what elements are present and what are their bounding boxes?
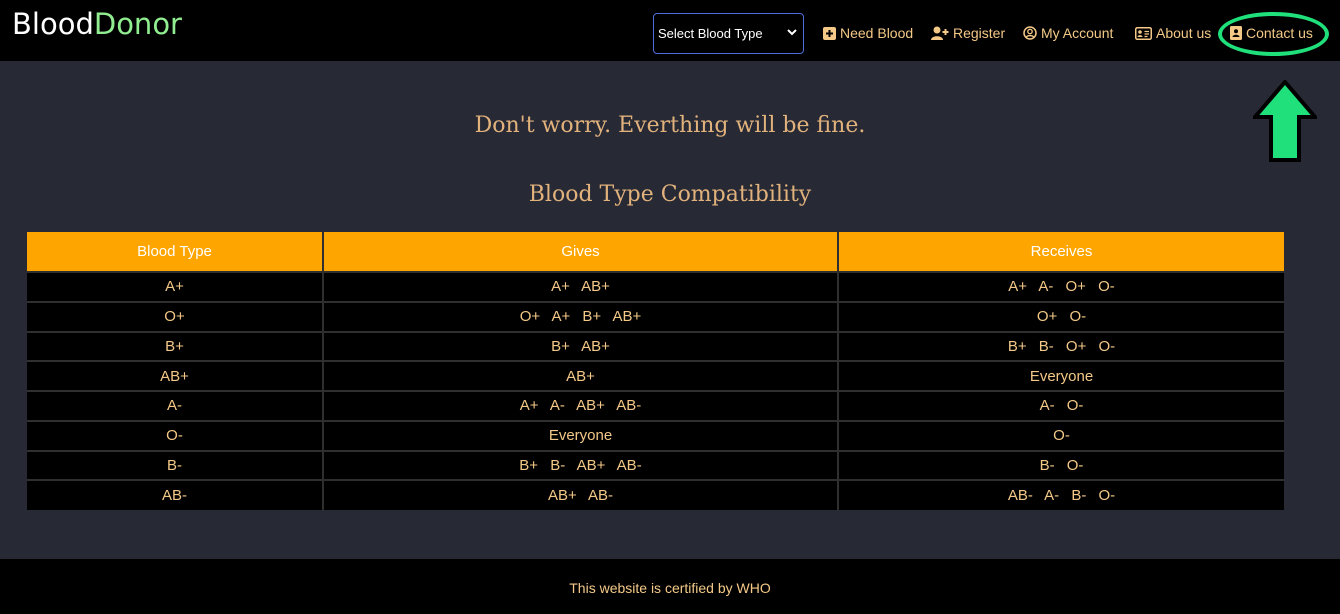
table-row: AB+ AB+ Everyone <box>27 361 1284 392</box>
cell-receives: A- O- <box>838 391 1284 422</box>
brand-part-blood: Blood <box>12 7 94 41</box>
user-plus-icon <box>931 26 949 40</box>
cell-gives: Everyone <box>323 420 839 452</box>
nav-about-us-label: About us <box>1156 25 1212 41</box>
cell-blood-type: A+ <box>27 272 324 303</box>
blood-type-select[interactable]: Select Blood Type <box>653 13 804 54</box>
contact-highlight-ellipse <box>1218 12 1329 56</box>
cell-blood-type: AB- <box>27 480 324 510</box>
cell-gives: B+ AB+ <box>323 331 839 363</box>
footer: This website is certified by WHO <box>0 559 1340 614</box>
cell-gives: AB+ <box>323 361 839 392</box>
nav-register[interactable]: Register <box>931 23 1005 43</box>
table-row: A- A+ A- AB+ AB- A- O- <box>27 391 1284 422</box>
cell-blood-type: O- <box>27 420 324 452</box>
table-row: B+ B+ AB+ B+ B- O+ O- <box>27 331 1284 363</box>
nav-need-blood-label: Need Blood <box>840 25 914 41</box>
cell-gives: A+ A- AB+ AB- <box>323 391 839 422</box>
cell-blood-type: B+ <box>27 331 324 363</box>
cell-blood-type: O+ <box>27 301 324 333</box>
cell-receives: O+ O- <box>838 301 1284 333</box>
section-title: Blood Type Compatibility <box>528 182 812 207</box>
cell-receives: B+ B- O+ O- <box>838 331 1284 363</box>
cell-gives: B+ B- AB+ AB- <box>323 450 839 482</box>
cell-receives: A+ A- O+ O- <box>838 272 1284 303</box>
nav-about-us[interactable]: About us <box>1135 23 1211 43</box>
plus-square-icon <box>823 26 836 40</box>
header-receives: Receives <box>838 232 1284 273</box>
table-row: O+ O+ A+ B+ AB+ O+ O- <box>27 301 1284 333</box>
cell-receives: B- O- <box>838 450 1284 482</box>
cell-gives: A+ AB+ <box>323 272 839 303</box>
table-row: A+ A+ AB+ A+ A- O+ O- <box>27 272 1284 303</box>
cell-receives: Everyone <box>838 361 1284 392</box>
header-blood-type: Blood Type <box>27 232 324 273</box>
cell-receives: AB- A- B- O- <box>838 480 1284 510</box>
table-row: AB- AB+ AB- AB- A- B- O- <box>27 480 1284 510</box>
cell-blood-type: AB+ <box>27 361 324 392</box>
tagline: Don't worry. Everthing will be fine. <box>474 113 866 138</box>
brand-logo[interactable]: BloodDonor <box>12 7 182 41</box>
compatibility-table: Blood Type Gives Receives A+ A+ AB+ A+ A… <box>27 232 1284 510</box>
id-card-icon <box>1135 26 1152 40</box>
cell-gives: O+ A+ B+ AB+ <box>323 301 839 333</box>
table-row: O- Everyone O- <box>27 420 1284 452</box>
chevron-down-icon <box>787 29 797 36</box>
footer-text: This website is certified by WHO <box>569 580 771 596</box>
nav-my-account-label: My Account <box>1041 25 1114 41</box>
nav-register-label: Register <box>953 25 1006 41</box>
brand-part-donor: Donor <box>93 7 182 41</box>
blood-type-select-value: Select Blood Type <box>658 26 763 41</box>
cell-receives: O- <box>838 420 1284 452</box>
user-circle-icon <box>1023 26 1037 40</box>
cell-gives: AB+ AB- <box>323 480 839 510</box>
cell-blood-type: B- <box>27 450 324 482</box>
nav-my-account[interactable]: My Account <box>1023 23 1113 43</box>
header-gives: Gives <box>323 232 839 273</box>
table-row: B- B+ B- AB+ AB- B- O- <box>27 450 1284 482</box>
navbar: BloodDonor Select Blood Type Need Blood … <box>0 0 1340 61</box>
nav-need-blood[interactable]: Need Blood <box>823 23 913 43</box>
cell-blood-type: A- <box>27 391 324 422</box>
table-header-row: Blood Type Gives Receives <box>27 232 1284 273</box>
